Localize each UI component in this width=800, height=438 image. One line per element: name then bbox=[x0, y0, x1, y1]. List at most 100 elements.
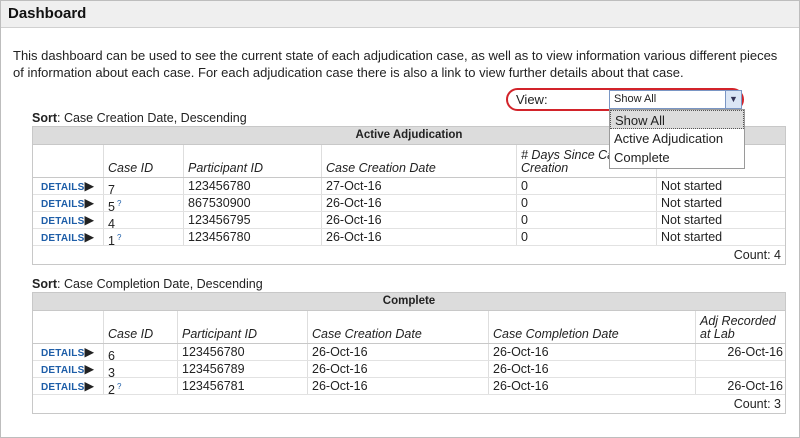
details-link[interactable]: DETAILS bbox=[37, 182, 84, 193]
arrow-right-icon: ▶ bbox=[84, 230, 95, 244]
days-since-cell: 0 bbox=[516, 212, 656, 228]
dashboard-panel: Dashboard This dashboard can be used to … bbox=[0, 0, 800, 438]
table-row: DETAILS▶ 2? 123456781 26-Oct-16 26-Oct-16 26-… bbox=[33, 378, 787, 398]
case-id: 1 bbox=[108, 234, 115, 249]
days-since-cell: 0 bbox=[516, 178, 656, 194]
details-link[interactable]: DETAILS bbox=[37, 365, 84, 376]
view-option-active-adjudication[interactable]: Active Adjudication bbox=[610, 129, 744, 148]
case-id-cell: 6 bbox=[103, 344, 177, 363]
help-icon[interactable]: ? bbox=[117, 233, 121, 242]
active-sort-label: Sort: Case Creation Date, Descending bbox=[32, 111, 247, 125]
details-cell: DETAILS▶ bbox=[33, 178, 103, 194]
column-header-participant-id[interactable]: Participant ID bbox=[183, 145, 321, 177]
table-row: DETAILS▶ 1? 123456780 26-Oct-16 0 Not started bbox=[33, 229, 787, 249]
participant-id-cell: 123456789 bbox=[177, 361, 307, 377]
details-column-header bbox=[33, 311, 103, 343]
details-link[interactable]: DETAILS bbox=[37, 233, 84, 244]
adj-recorded-cell bbox=[695, 361, 787, 377]
case-completion-date-cell: 26-Oct-16 bbox=[488, 344, 695, 360]
status-cell: Not started bbox=[656, 229, 787, 245]
status-cell: Not started bbox=[656, 178, 787, 194]
participant-id-cell: 123456780 bbox=[183, 178, 321, 194]
details-cell: DETAILS▶ bbox=[33, 378, 103, 394]
arrow-right-icon: ▶ bbox=[84, 196, 95, 210]
complete-sort-label: Sort: Case Completion Date, Descending bbox=[32, 277, 263, 291]
table-row: DETAILS▶ 7 123456780 27-Oct-16 0 Not started bbox=[33, 178, 787, 197]
page-title: Dashboard bbox=[8, 5, 87, 22]
case-id: 2 bbox=[108, 383, 115, 398]
details-cell: DETAILS▶ bbox=[33, 212, 103, 228]
column-header-case-id[interactable]: Case ID bbox=[103, 145, 183, 177]
table-row: DETAILS▶ 5? 867530900 26-Oct-16 0 Not started bbox=[33, 195, 787, 214]
case-id-cell: 5? bbox=[103, 195, 183, 214]
case-creation-date-cell: 27-Oct-16 bbox=[321, 178, 516, 194]
case-id-cell: 1? bbox=[103, 229, 183, 249]
case-id-cell: 2? bbox=[103, 378, 177, 398]
sort-label: Sort bbox=[32, 111, 57, 125]
sort-value: : Case Creation Date, Descending bbox=[57, 111, 247, 125]
view-label: View: bbox=[516, 92, 548, 107]
view-option-show-all[interactable]: Show All bbox=[610, 110, 744, 129]
participant-id-cell: 867530900 bbox=[183, 195, 321, 211]
case-creation-date-cell: 26-Oct-16 bbox=[307, 378, 488, 394]
status-cell: Not started bbox=[656, 195, 787, 211]
adj-recorded-cell: 26-Oct-16 bbox=[695, 344, 787, 360]
details-cell: DETAILS▶ bbox=[33, 344, 103, 360]
view-select[interactable]: Show All ▼ bbox=[609, 90, 742, 109]
view-option-complete[interactable]: Complete bbox=[610, 148, 744, 167]
participant-id-cell: 123456780 bbox=[183, 229, 321, 245]
details-link[interactable]: DETAILS bbox=[37, 348, 84, 359]
help-icon[interactable]: ? bbox=[117, 199, 121, 208]
intro-text: This dashboard can be used to see the cu… bbox=[13, 48, 778, 80]
adj-recorded-cell: 26-Oct-16 bbox=[695, 378, 787, 394]
active-count: Count: 4 bbox=[733, 248, 781, 262]
arrow-right-icon: ▶ bbox=[84, 213, 95, 227]
case-id-cell: 3 bbox=[103, 361, 177, 380]
arrow-right-icon: ▶ bbox=[84, 362, 95, 376]
complete-count: Count: 3 bbox=[733, 397, 781, 411]
help-icon[interactable]: ? bbox=[117, 382, 121, 391]
sort-label: Sort bbox=[32, 277, 57, 291]
column-header-case-creation-date[interactable]: Case Creation Date bbox=[307, 311, 488, 343]
case-creation-date-cell: 26-Oct-16 bbox=[321, 229, 516, 245]
details-column-header bbox=[33, 145, 103, 177]
case-id-cell: 4 bbox=[103, 212, 183, 231]
panel-header: Dashboard bbox=[1, 1, 799, 28]
table-row: DETAILS▶ 4 123456795 26-Oct-16 0 Not started bbox=[33, 212, 787, 231]
case-completion-date-cell: 26-Oct-16 bbox=[488, 378, 695, 394]
grid-header-row: Case ID Participant ID Case Creation Dat… bbox=[33, 311, 785, 344]
days-since-cell: 0 bbox=[516, 195, 656, 211]
sort-value: : Case Completion Date, Descending bbox=[57, 277, 263, 291]
column-header-case-creation-date[interactable]: Case Creation Date bbox=[321, 145, 516, 177]
details-cell: DETAILS▶ bbox=[33, 229, 103, 245]
participant-id-cell: 123456795 bbox=[183, 212, 321, 228]
arrow-right-icon: ▶ bbox=[84, 379, 95, 393]
case-id-cell: 7 bbox=[103, 178, 183, 197]
case-creation-date-cell: 26-Oct-16 bbox=[321, 195, 516, 211]
table-row: DETAILS▶ 6 123456780 26-Oct-16 26-Oct-16 26-O… bbox=[33, 344, 787, 363]
case-creation-date-cell: 26-Oct-16 bbox=[307, 361, 488, 377]
days-since-cell: 0 bbox=[516, 229, 656, 245]
view-select-value: Show All bbox=[614, 93, 657, 105]
table-row: DETAILS▶ 3 123456789 26-Oct-16 26-Oct-16 bbox=[33, 361, 787, 380]
details-cell: DETAILS▶ bbox=[33, 195, 103, 211]
case-creation-date-cell: 26-Oct-16 bbox=[307, 344, 488, 360]
view-dropdown-list: Show All Active Adjudication Complete bbox=[609, 109, 745, 169]
column-header-participant-id[interactable]: Participant ID bbox=[177, 311, 307, 343]
participant-id-cell: 123456781 bbox=[177, 378, 307, 394]
details-link[interactable]: DETAILS bbox=[37, 216, 84, 227]
status-cell: Not started bbox=[656, 212, 787, 228]
arrow-right-icon: ▶ bbox=[84, 345, 95, 359]
participant-id-cell: 123456780 bbox=[177, 344, 307, 360]
details-cell: DETAILS▶ bbox=[33, 361, 103, 377]
column-header-case-id[interactable]: Case ID bbox=[103, 311, 177, 343]
details-link[interactable]: DETAILS bbox=[37, 199, 84, 210]
complete-grid: Complete Case ID Participant ID Case Cre… bbox=[32, 292, 786, 414]
arrow-right-icon: ▶ bbox=[84, 179, 95, 193]
column-header-case-completion-date[interactable]: Case Completion Date bbox=[488, 311, 695, 343]
chevron-down-icon[interactable]: ▼ bbox=[725, 91, 741, 108]
case-completion-date-cell: 26-Oct-16 bbox=[488, 361, 695, 377]
details-link[interactable]: DETAILS bbox=[37, 382, 84, 393]
column-header-adj-recorded[interactable]: Adj Recorded at Lab bbox=[695, 311, 787, 343]
grid-title: Complete bbox=[33, 293, 785, 311]
